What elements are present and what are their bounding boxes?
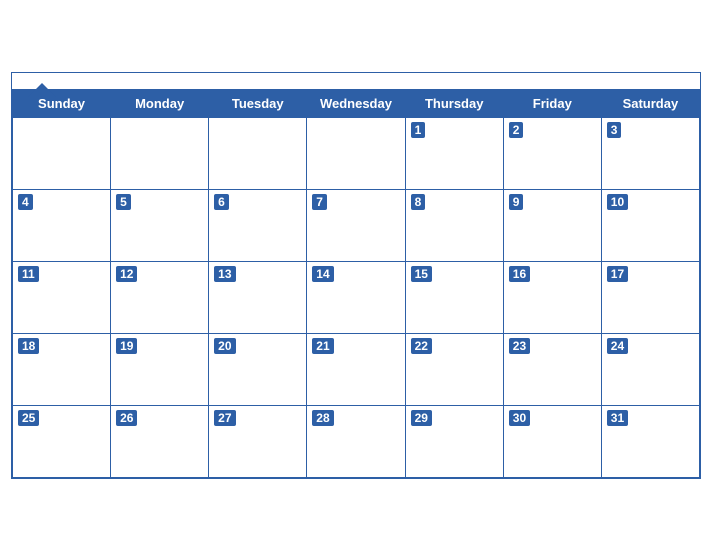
calendar-cell bbox=[111, 117, 209, 189]
calendar-cell: 4 bbox=[13, 189, 111, 261]
date-number: 2 bbox=[509, 122, 524, 138]
calendar-cell: 18 bbox=[13, 333, 111, 405]
date-number: 3 bbox=[607, 122, 622, 138]
weekday-header-wednesday: Wednesday bbox=[307, 89, 405, 117]
date-number: 16 bbox=[509, 266, 530, 282]
date-number: 5 bbox=[116, 194, 131, 210]
logo-area bbox=[28, 81, 56, 99]
calendar-week-row: 11 12 13 14 15 16 17 bbox=[13, 261, 700, 333]
date-number: 27 bbox=[214, 410, 235, 426]
calendar-cell: 12 bbox=[111, 261, 209, 333]
weekday-header-row: SundayMondayTuesdayWednesdayThursdayFrid… bbox=[13, 89, 700, 117]
calendar-cell: 1 bbox=[405, 117, 503, 189]
date-number: 23 bbox=[509, 338, 530, 354]
calendar-cell: 13 bbox=[209, 261, 307, 333]
date-number: 19 bbox=[116, 338, 137, 354]
date-number: 29 bbox=[411, 410, 432, 426]
calendar-week-row: 1 2 3 bbox=[13, 117, 700, 189]
date-number: 26 bbox=[116, 410, 137, 426]
calendar-cell: 26 bbox=[111, 405, 209, 477]
calendar-cell: 10 bbox=[601, 189, 699, 261]
calendar-cell: 31 bbox=[601, 405, 699, 477]
date-number: 7 bbox=[312, 194, 327, 210]
date-number: 11 bbox=[18, 266, 39, 282]
weekday-header-monday: Monday bbox=[111, 89, 209, 117]
date-number: 14 bbox=[312, 266, 333, 282]
calendar-cell: 14 bbox=[307, 261, 405, 333]
calendar-cell: 29 bbox=[405, 405, 503, 477]
date-number: 15 bbox=[411, 266, 432, 282]
calendar-cell: 5 bbox=[111, 189, 209, 261]
calendar-week-row: 4 5 6 7 8 9 10 bbox=[13, 189, 700, 261]
calendar-table: SundayMondayTuesdayWednesdayThursdayFrid… bbox=[12, 89, 700, 478]
calendar-cell: 23 bbox=[503, 333, 601, 405]
calendar-cell: 3 bbox=[601, 117, 699, 189]
calendar-cell: 7 bbox=[307, 189, 405, 261]
calendar-week-row: 18 19 20 21 22 23 24 bbox=[13, 333, 700, 405]
date-number: 13 bbox=[214, 266, 235, 282]
calendar-cell: 30 bbox=[503, 405, 601, 477]
date-number: 25 bbox=[18, 410, 39, 426]
calendar-cell: 22 bbox=[405, 333, 503, 405]
calendar-cell: 25 bbox=[13, 405, 111, 477]
calendar-cell: 16 bbox=[503, 261, 601, 333]
date-number: 8 bbox=[411, 194, 426, 210]
weekday-header-saturday: Saturday bbox=[601, 89, 699, 117]
calendar-cell: 27 bbox=[209, 405, 307, 477]
calendar-cell: 15 bbox=[405, 261, 503, 333]
calendar-cell: 19 bbox=[111, 333, 209, 405]
calendar: SundayMondayTuesdayWednesdayThursdayFrid… bbox=[11, 72, 701, 479]
date-number: 6 bbox=[214, 194, 229, 210]
date-number: 17 bbox=[607, 266, 628, 282]
logo-icon bbox=[28, 81, 56, 99]
calendar-cell: 20 bbox=[209, 333, 307, 405]
date-number: 28 bbox=[312, 410, 333, 426]
date-number: 18 bbox=[18, 338, 39, 354]
calendar-cell: 11 bbox=[13, 261, 111, 333]
date-number: 24 bbox=[607, 338, 628, 354]
date-number: 31 bbox=[607, 410, 628, 426]
date-number: 30 bbox=[509, 410, 530, 426]
calendar-week-row: 25 26 27 28 29 30 31 bbox=[13, 405, 700, 477]
calendar-cell: 28 bbox=[307, 405, 405, 477]
date-number: 20 bbox=[214, 338, 235, 354]
weekday-header-friday: Friday bbox=[503, 89, 601, 117]
date-number: 21 bbox=[312, 338, 333, 354]
calendar-cell: 24 bbox=[601, 333, 699, 405]
calendar-cell: 6 bbox=[209, 189, 307, 261]
date-number: 1 bbox=[411, 122, 426, 138]
calendar-cell: 2 bbox=[503, 117, 601, 189]
date-number: 9 bbox=[509, 194, 524, 210]
calendar-cell bbox=[307, 117, 405, 189]
date-number: 12 bbox=[116, 266, 137, 282]
date-number: 10 bbox=[607, 194, 628, 210]
calendar-cell: 8 bbox=[405, 189, 503, 261]
calendar-header bbox=[12, 73, 700, 89]
calendar-cell: 17 bbox=[601, 261, 699, 333]
weekday-header-tuesday: Tuesday bbox=[209, 89, 307, 117]
calendar-cell bbox=[13, 117, 111, 189]
calendar-cell: 9 bbox=[503, 189, 601, 261]
date-number: 4 bbox=[18, 194, 33, 210]
calendar-cell: 21 bbox=[307, 333, 405, 405]
weekday-header-thursday: Thursday bbox=[405, 89, 503, 117]
calendar-cell bbox=[209, 117, 307, 189]
date-number: 22 bbox=[411, 338, 432, 354]
